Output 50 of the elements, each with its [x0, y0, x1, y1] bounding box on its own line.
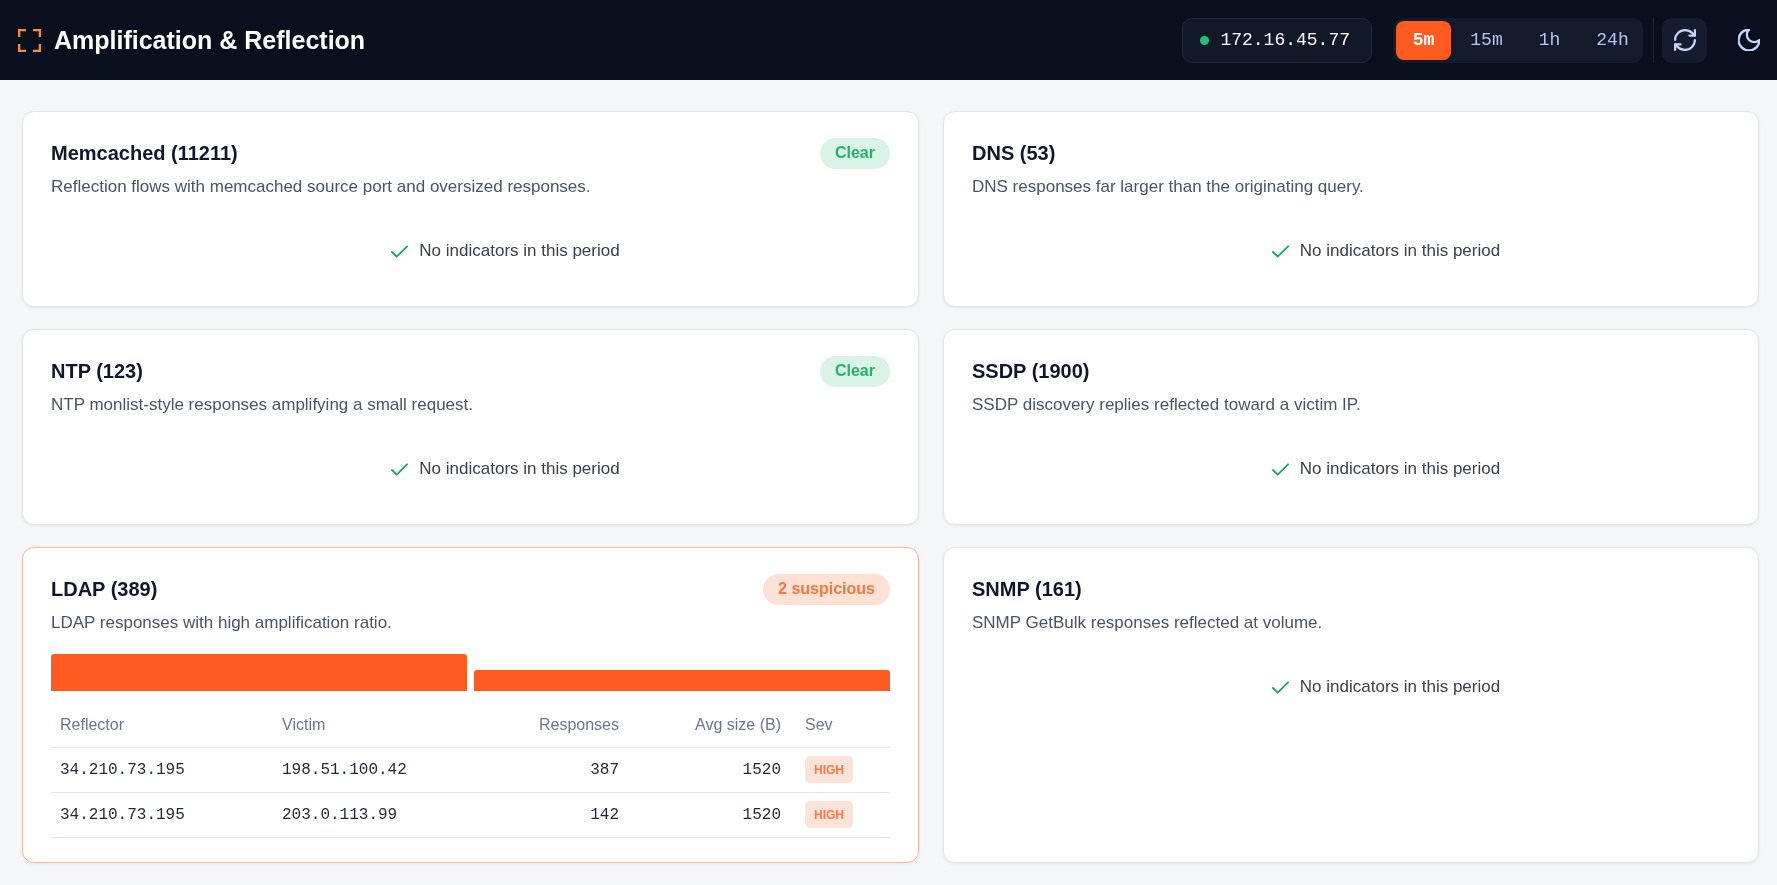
time-range-tab[interactable]: 24h	[1585, 20, 1640, 60]
host-address: 172.16.45.77	[1220, 28, 1350, 52]
time-range-tab[interactable]: 1h	[1522, 20, 1577, 60]
table-cell: 203.0.113.99	[282, 806, 398, 824]
card-description: SNMP GetBulk responses reflected at volume.	[972, 612, 1324, 634]
check-icon	[1271, 680, 1289, 694]
card-title: Memcached (11211)	[51, 141, 238, 166]
check-icon	[391, 244, 409, 258]
empty-state-message: No indicators in this period	[419, 240, 620, 262]
card-title: NTP (123)	[51, 359, 143, 384]
check-icon	[391, 462, 409, 476]
time-range-tab[interactable]: 15m	[1459, 20, 1514, 60]
table-cell: 387	[590, 761, 619, 779]
severity-badge: HIGH	[805, 801, 853, 828]
card-title: SNMP (161)	[972, 577, 1082, 602]
card-title: SSDP (1900)	[972, 359, 1090, 384]
status-badge: Clear	[819, 355, 890, 387]
check-icon	[1271, 244, 1289, 258]
card-title: LDAP (389)	[51, 577, 158, 602]
column-header: Reflector	[60, 715, 125, 733]
empty-state-message: No indicators in this period	[1299, 676, 1501, 698]
check-icon	[1271, 462, 1289, 476]
card-description: LDAP responses with high amplification ratio.	[51, 612, 393, 634]
page-title: Amplification & Reflection	[54, 25, 366, 56]
column-header: Sev	[805, 715, 833, 733]
table-cell: 198.51.100.42	[282, 761, 407, 779]
card-description: NTP monlist-style responses amplifying a small request.	[51, 394, 474, 416]
table-cell: 34.210.73.195	[60, 761, 185, 779]
table-cell: 1520	[742, 761, 781, 779]
card-title: DNS (53)	[972, 141, 1056, 166]
table-cell: 1520	[742, 806, 781, 824]
card-description: Reflection flows with memcached source port and oversized responses.	[51, 176, 592, 198]
status-badge: 2 suspicious	[763, 573, 890, 605]
empty-state-message: No indicators in this period	[1299, 458, 1501, 480]
column-header: Victim	[282, 715, 326, 733]
column-header: Avg size (B)	[695, 715, 781, 733]
card-description: DNS responses far larger than the originating query.	[972, 176, 1365, 198]
table-cell: 34.210.73.195	[60, 806, 185, 824]
status-badge: Clear	[819, 137, 890, 169]
empty-state-message: No indicators in this period	[1299, 240, 1501, 262]
severity-badge: HIGH	[805, 756, 853, 783]
column-header: Responses	[538, 715, 619, 733]
refresh-button[interactable]	[1662, 17, 1707, 63]
refresh-icon	[1673, 29, 1696, 51]
frame-corners-icon	[18, 28, 41, 52]
moon-icon	[1738, 29, 1760, 51]
empty-state-message: No indicators in this period	[419, 458, 620, 480]
table-cell: 142	[590, 806, 619, 824]
card-description: SSDP discovery replies reflected toward a victim IP.	[972, 394, 1362, 416]
theme-toggle-button[interactable]	[1738, 29, 1760, 51]
